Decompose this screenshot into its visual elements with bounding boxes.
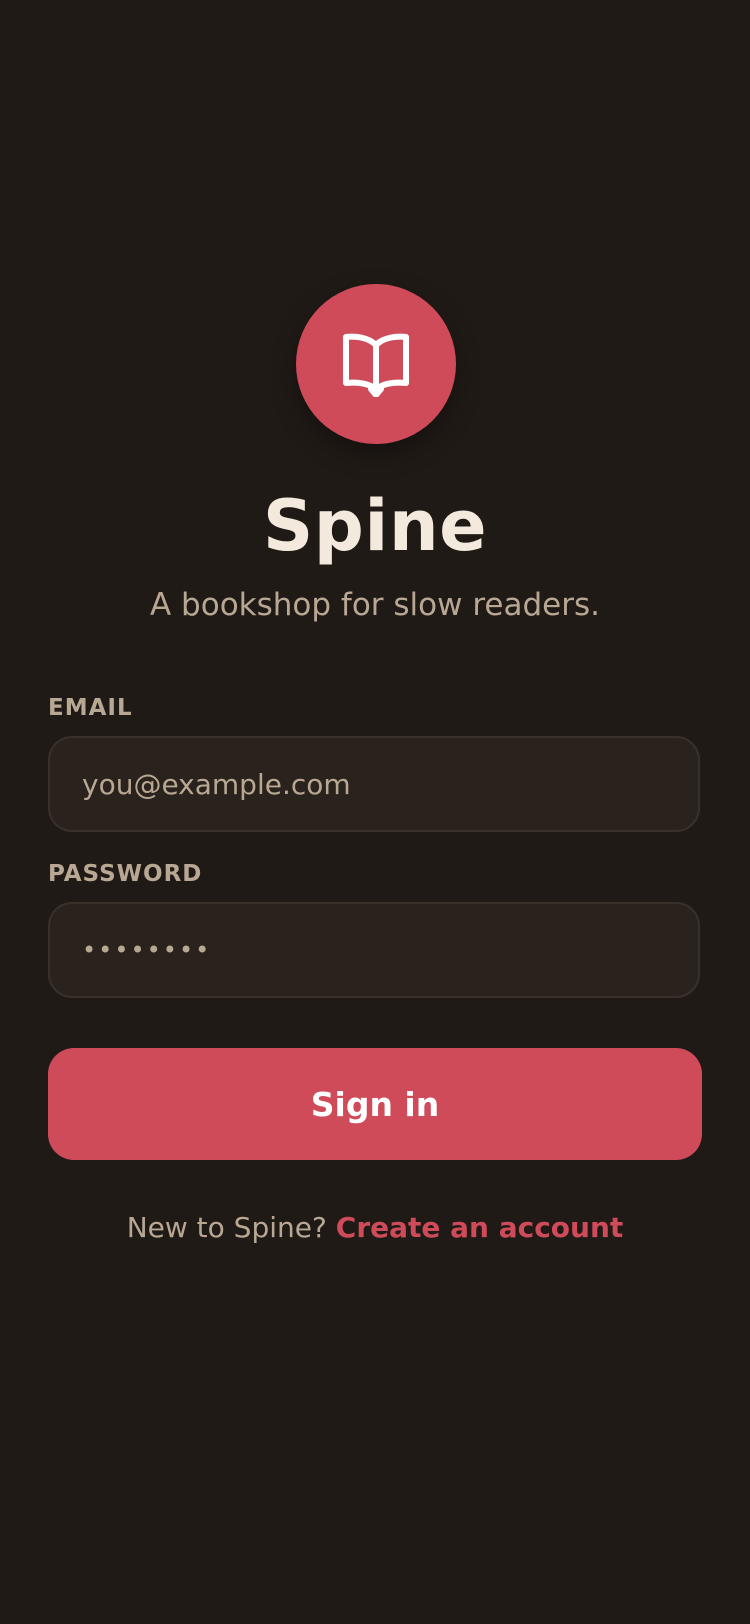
password-label: PASSWORD (48, 861, 203, 887)
email-input[interactable] (48, 736, 700, 832)
open-book-icon (343, 333, 409, 397)
password-input[interactable] (48, 902, 700, 998)
app-tagline: A bookshop for slow readers. (150, 587, 600, 623)
app-title: Spine (262, 485, 488, 567)
sign-in-screen: Spine A bookshop for slow readers. EMAIL… (0, 0, 750, 1624)
create-account-link[interactable]: Create an account (336, 1211, 624, 1244)
app-logo (296, 284, 456, 444)
signup-prompt: New to Spine? Create an account (0, 1208, 750, 1248)
sign-in-button[interactable]: Sign in (48, 1048, 702, 1160)
email-label: EMAIL (48, 695, 133, 721)
signup-prompt-text: New to Spine? (126, 1211, 327, 1244)
